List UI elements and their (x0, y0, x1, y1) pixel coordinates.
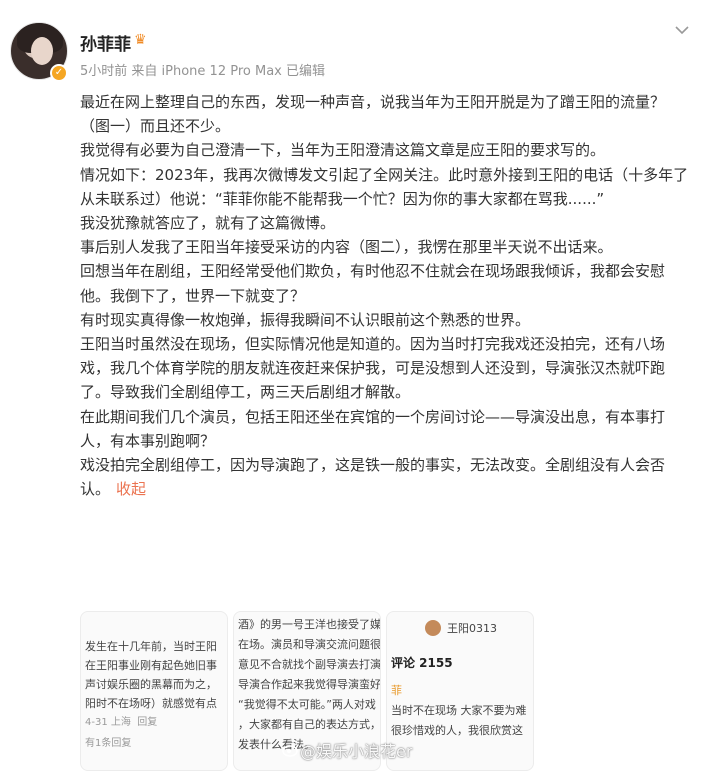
post-paragraph-last: 戏没拍完全剧组停工，因为导演跑了，这是铁一般的事实，无法改变。全剧组没有人会否认… (80, 453, 690, 501)
post-paragraph: 有时现实真得像一枚炮弹，振得我瞬间不认识眼前这个熟悉的世界。 (80, 310, 531, 329)
chevron-down-icon[interactable] (672, 20, 692, 40)
thumb-text: 菲 (391, 684, 402, 697)
watermark: @娱乐小浪花er (300, 742, 413, 761)
avatar-face (31, 37, 53, 65)
post-paragraph: 在此期间我们几个演员，包括王阳还坐在宾馆的一个房间讨论——导演没出息，有本事打人… (80, 407, 666, 450)
thumb-text: 导演合作起来我觉得导演蛮好的 (238, 678, 380, 691)
post-paragraph-text: 戏没拍完全剧组停工，因为导演跑了，这是铁一般的事实，无法改变。全剧组没有人会否认… (80, 456, 666, 499)
thumb-text: 声讨娱乐圈的黑幕而为之， (85, 678, 217, 691)
verified-badge-icon: ✓ (50, 64, 68, 82)
post-body: 最近在网上整理自己的东西，发现一种声音，说我当年为王阳开脱是为了蹭王阳的流量？（… (80, 90, 690, 501)
thumb-comments: 评论 2155 (391, 656, 453, 670)
thumb-text: “我觉得不太可能。”两人对戏 (238, 698, 376, 711)
post-paragraph: 回想当年在剧组，王阳经常受他们欺负，有时他忍不住就会在现场跟我倾诉，我都会安慰他… (80, 262, 666, 305)
post-paragraph: 最近在网上整理自己的东西，发现一种声音，说我当年为王阳开脱是为了蹭王阳的流量？（… (80, 93, 666, 136)
thumb-text: 在场。演员和导演交流问题很 (238, 638, 380, 651)
post-paragraph: 我觉得有必要为自己澄清一下，当年为王阳澄清这篇文章是应王阳的要求写的。 (80, 141, 606, 160)
thumb-date: 4-31 上海 回复 (81, 713, 227, 728)
post-paragraph: 情况如下：2023年，我再次微博发文引起了全网关注。此时意外接到王阳的电话（十多… (80, 165, 689, 208)
avatar (425, 620, 441, 636)
thumb-text: 在王阳事业刚有起色她旧事 (85, 659, 217, 672)
weibo-icon (282, 745, 298, 757)
thumb-text: ，大家都有自己的表达方式， (238, 718, 380, 731)
crown-icon: ♛ (134, 32, 147, 48)
post-paragraph: 事后别人发我了王阳当年接受采访的内容（图二），我愣在那里半天说不出话来。 (80, 238, 613, 257)
thumb-text: 很珍惜戏的人，我很欣赏这 (391, 724, 523, 737)
thumb-text: 当时不在现场 大家不要为难 (391, 704, 527, 717)
post-paragraph: 我没犹豫就答应了，就有了这篇微博。 (80, 214, 336, 233)
post-paragraph: 王阳当时虽然没在现场，但实际情况他是知道的。因为当时打完我戏还没拍完，还有八场戏… (80, 335, 666, 402)
thumb-date-text: 4-31 上海 (85, 717, 131, 728)
post-meta: 5小时前 来自 iPhone 12 Pro Max 已编辑 (80, 64, 325, 79)
author-name[interactable]: 孙菲菲 (80, 30, 131, 55)
thumb-text: 酒》的男一号王洋也接受了媒体 (238, 618, 380, 631)
thumb-user: 王阳0313 (447, 622, 497, 635)
thumb-text: 阳时不在场呀）就感觉有点 (85, 697, 217, 710)
collapse-link[interactable]: 收起 (116, 480, 146, 498)
thumb-text: 意见不合就找个副导演去打演员 (238, 658, 380, 671)
thumb-text: 发生在十几年前，当时王阳 (85, 640, 217, 653)
thumb-more: 有1条回复 (85, 738, 132, 749)
post-header: ✓ 孙菲菲 ♛ 5小时前 来自 iPhone 12 Pro Max 已编辑 (0, 0, 708, 90)
thumb-reply: 回复 (137, 717, 158, 728)
image-thumbnail-1[interactable]: 发生在十几年前，当时王阳 在王阳事业刚有起色她旧事 声讨娱乐圈的黑幕而为之， 阳… (80, 611, 228, 771)
